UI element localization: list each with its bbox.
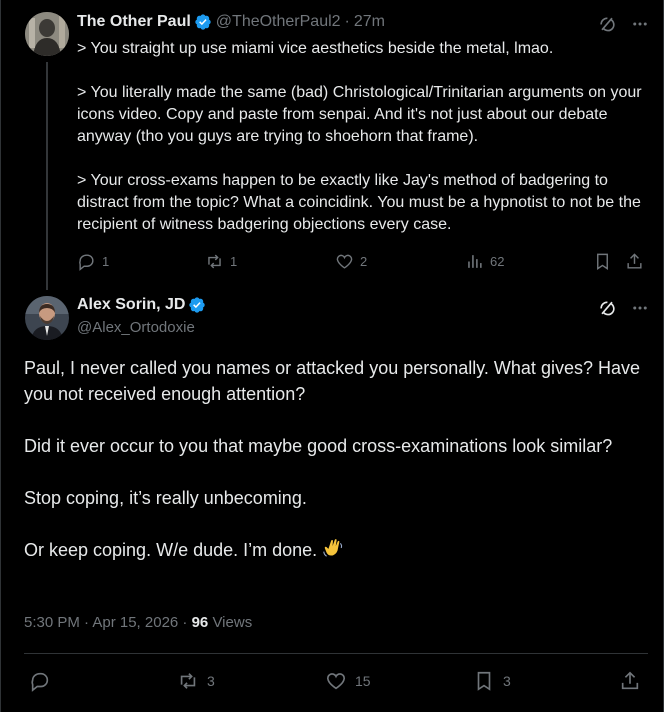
- like-count: 2: [360, 253, 368, 269]
- tweet2-last-paragraph: Or keep coping. W/e dude. I’m done.: [24, 537, 644, 566]
- tweet1-author-name[interactable]: The Other Paul: [77, 13, 191, 31]
- grok-icon[interactable]: [597, 298, 617, 323]
- tweet1-text: > You straight up use miami vice aesthet…: [77, 38, 647, 236]
- grok-icon[interactable]: [597, 14, 617, 39]
- share-button[interactable]: [625, 250, 644, 272]
- tweet2-author-name[interactable]: Alex Sorin, JD: [77, 296, 185, 314]
- tweet2-meta: 5:30 PM · Apr 15, 2026 · 96 Views: [24, 614, 252, 631]
- reply-button[interactable]: 1: [77, 250, 109, 272]
- tweet2-paragraph: Paul, I never called you names or attack…: [24, 358, 640, 404]
- like-icon: [336, 254, 353, 269]
- tweet1-time[interactable]: 27m: [354, 13, 385, 31]
- tweet2-text: Paul, I never called you names or attack…: [24, 355, 644, 566]
- tweet1-paragraph: > You literally made the same (bad) Chri…: [77, 84, 642, 145]
- more-icon[interactable]: [631, 15, 649, 38]
- repost-count: 3: [207, 673, 215, 689]
- reply-icon: [79, 253, 94, 271]
- thread-connector-line: [46, 62, 48, 290]
- tweet2-views-count: 96: [191, 614, 209, 631]
- repost-button[interactable]: 1: [205, 250, 237, 272]
- bookmark-button[interactable]: [593, 250, 612, 272]
- share-button[interactable]: [619, 669, 641, 693]
- avatar-the-other-paul[interactable]: [25, 12, 69, 56]
- tweet1-top-icons: [597, 14, 649, 39]
- tweet1-handle[interactable]: @TheOtherPaul2: [216, 13, 341, 31]
- share-icon: [621, 671, 639, 690]
- tweet2-timestamp[interactable]: 5:30 PM · Apr 15, 2026 ·: [24, 614, 192, 631]
- like-icon: [326, 673, 346, 690]
- repost-icon: [208, 254, 221, 268]
- reply-count: 1: [102, 253, 110, 269]
- tweet2-views-label: Views: [208, 614, 253, 631]
- divider: [24, 653, 648, 654]
- tweet1-paragraph: > Your cross-exams happen to be exactly …: [77, 172, 641, 233]
- more-icon[interactable]: [631, 299, 649, 322]
- tweet2-action-bar: 3 15 3: [29, 669, 645, 693]
- views-button[interactable]: 62: [465, 250, 504, 272]
- bookmark-icon: [477, 671, 491, 691]
- repost-button[interactable]: 3: [177, 669, 215, 693]
- tweet2-top-icons: [597, 298, 649, 323]
- verified-badge-icon: [188, 296, 206, 314]
- tweet2-handle[interactable]: @Alex_Ortodoxie: [77, 319, 195, 336]
- like-button[interactable]: 15: [325, 669, 371, 693]
- reply-button[interactable]: [29, 669, 59, 693]
- tweet1-header: The Other Paul @TheOtherPaul2 · 27m: [77, 13, 385, 31]
- tweet2-paragraph: Did it ever occur to you that maybe good…: [24, 436, 613, 456]
- separator-dot: ·: [344, 13, 350, 30]
- wave-emoji: [322, 537, 344, 566]
- bookmark-button[interactable]: 3: [473, 669, 511, 693]
- like-button[interactable]: 2: [335, 250, 367, 272]
- views-icon: [468, 254, 482, 268]
- tweet1-paragraph: > You straight up use miami vice aesthet…: [77, 40, 554, 57]
- tweet2-paragraph: Stop coping, it’s really unbecoming.: [24, 488, 307, 508]
- verified-badge-icon: [194, 13, 212, 31]
- tweet2-paragraph: Or keep coping. W/e dude. I’m done.: [24, 540, 318, 560]
- bookmark-icon: [597, 253, 608, 270]
- share-icon: [627, 252, 642, 269]
- bookmark-count: 3: [503, 673, 511, 689]
- repost-count: 1: [230, 253, 238, 269]
- repost-icon: [180, 673, 196, 689]
- like-count: 15: [355, 673, 371, 689]
- tweet2-author-row: Alex Sorin, JD: [77, 296, 210, 314]
- views-count: 62: [490, 253, 505, 269]
- avatar-alex-sorin[interactable]: [25, 296, 69, 340]
- thread-view: The Other Paul @TheOtherPaul2 · 27m > Yo…: [0, 0, 664, 712]
- reply-icon: [31, 672, 49, 692]
- tweet1-action-bar: 1 1 2 62: [77, 250, 649, 274]
